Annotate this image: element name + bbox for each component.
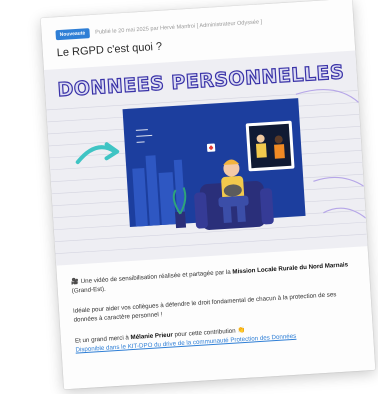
post-meta-row: Nouveauté Publié le 20 mai 2025 par Herv…: [55, 11, 343, 41]
intro-prefix: Une vidéo de sensibilisation réalisée et…: [80, 268, 233, 286]
paragraph-intro: 🎥 Une vidéo de sensibilisation réalisée …: [71, 261, 348, 286]
post-meta: Publié le 20 mai 2025 par Hervé Manfroi …: [95, 19, 263, 36]
contributor-name: Mélanie Prieur: [130, 331, 174, 342]
video-player[interactable]: DONNEES PERSONNELLES: [43, 50, 368, 266]
clap-icon: 👏: [237, 326, 246, 335]
blog-post-card: Nouveauté Publié le 20 mai 2025 par Herv…: [40, 0, 376, 390]
org-name: Mission Locale Rurale du Nord Marnais: [232, 261, 349, 276]
screenshot-scene: Nouveauté Publié le 20 mai 2025 par Herv…: [0, 0, 378, 394]
paragraph-intro-line2: (Grand-Est).: [71, 285, 107, 295]
post-title[interactable]: Le RGPD c'est quoi ?: [56, 41, 162, 60]
video-camera-icon: 🎥: [71, 278, 80, 286]
paragraph-purpose: Idéale pour aider vos collègues à défend…: [72, 291, 337, 315]
category-badge[interactable]: Nouveauté: [55, 28, 90, 41]
